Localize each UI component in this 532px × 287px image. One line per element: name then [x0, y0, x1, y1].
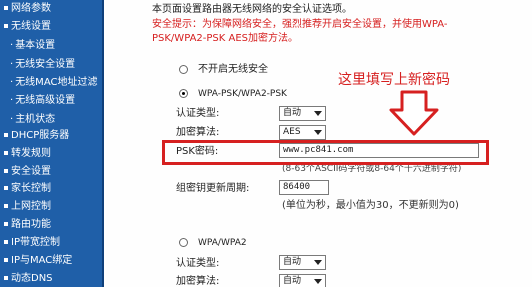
dash-icon: ·	[10, 95, 14, 106]
bullet-icon	[4, 132, 8, 137]
sidebar-item-wireless-advanced[interactable]: · 无线高级设置	[0, 92, 102, 109]
sidebar-item-label: 上网控制	[11, 201, 51, 212]
sidebar-item-wireless-security[interactable]: · 无线安全设置	[0, 56, 102, 73]
auth-type-select[interactable]: 自动	[279, 106, 326, 121]
dash-icon: ·	[10, 40, 14, 51]
sidebar-item-label: 路由功能	[11, 219, 51, 230]
dash-icon: ·	[10, 114, 14, 125]
sidebar-item-basic-settings[interactable]: · 基本设置	[0, 37, 102, 54]
bullet-icon	[4, 5, 8, 10]
sidebar-item-label: IP与MAC绑定	[11, 255, 73, 266]
renew-period-input[interactable]: 86400	[279, 180, 329, 195]
renew-hint: (单位为秒，最小值为30，不更新则为0)	[282, 200, 459, 211]
sidebar-item-forwarding[interactable]: 转发规则	[0, 145, 102, 162]
wpa-auth-type-select[interactable]: 自动	[279, 255, 326, 270]
wpa-encrypt-select[interactable]: 自动	[279, 274, 326, 287]
chevron-down-icon	[314, 111, 322, 116]
sidebar-item-label: 转发规则	[11, 148, 51, 159]
wpa-psk-radio[interactable]	[179, 89, 188, 98]
bullet-icon	[4, 185, 8, 190]
sidebar-item-label: 无线MAC地址过滤	[15, 77, 98, 88]
sidebar-item-routing[interactable]: 路由功能	[0, 216, 102, 233]
sidebar-item-parental-control[interactable]: 家长控制	[0, 180, 102, 197]
chevron-down-icon	[314, 260, 322, 265]
sidebar-item-mac-filter[interactable]: · 无线MAC地址过滤	[0, 74, 102, 91]
intro-text: 本页面设置路由器无线网络的安全认证选项。	[152, 4, 352, 15]
psk-highlight-box	[162, 140, 489, 165]
encrypt-select[interactable]: AES	[279, 125, 326, 140]
sidebar: 网络参数 无线设置 · 基本设置 · 无线安全设置 · 无线MAC地址过滤 · 无线高级…	[0, 0, 104, 287]
bullet-icon	[4, 168, 8, 173]
sidebar-item-wireless-settings[interactable]: 无线设置	[0, 18, 102, 35]
auth-type-label: 认证类型:	[176, 108, 220, 119]
wpa-encrypt-value: 自动	[283, 276, 302, 286]
sidebar-item-ddns[interactable]: 动态DNS	[0, 270, 102, 287]
bullet-icon	[4, 275, 8, 280]
sidebar-item-label: 主机状态	[15, 114, 56, 125]
bullet-icon	[4, 203, 8, 208]
dash-icon: ·	[10, 77, 14, 88]
sidebar-item-label: 无线安全设置	[15, 59, 76, 70]
security-tip: 安全提示：为保障网络安全，强烈推荐开启安全设置，并使用WPA-	[152, 19, 448, 30]
sidebar-item-bandwidth[interactable]: IP带宽控制	[0, 234, 102, 251]
wpa-encrypt-label: 加密算法:	[176, 276, 220, 287]
sidebar-item-label: 安全设置	[11, 166, 51, 177]
down-arrow-icon	[389, 90, 439, 136]
wpa-psk-label: WPA-PSK/WPA2-PSK	[198, 89, 287, 99]
sidebar-item-label: DHCP服务器	[11, 130, 70, 141]
auth-type-value: 自动	[283, 108, 302, 118]
sidebar-item-dhcp[interactable]: DHCP服务器	[0, 127, 102, 144]
renew-label: 组密钥更新周期:	[176, 183, 250, 194]
sidebar-item-label: 无线高级设置	[15, 95, 76, 106]
annotation-text: 这里填写上新密码	[338, 72, 450, 88]
no-security-label: 不开启无线安全	[198, 64, 268, 75]
chevron-down-icon	[314, 279, 322, 284]
bullet-icon	[4, 150, 8, 155]
security-tip-cont: PSK/WPA2-PSK AES加密方法。	[152, 33, 299, 44]
no-security-radio[interactable]	[179, 65, 188, 74]
sidebar-item-label: IP带宽控制	[11, 237, 60, 248]
bullet-icon	[4, 23, 8, 28]
sidebar-item-ip-mac-binding[interactable]: IP与MAC绑定	[0, 252, 102, 269]
sidebar-item-security[interactable]: 安全设置	[0, 163, 102, 180]
encrypt-value: AES	[283, 127, 301, 137]
bullet-icon	[4, 239, 8, 244]
sidebar-item-label: 家长控制	[11, 183, 51, 194]
bullet-icon	[4, 257, 8, 262]
sidebar-item-network-params[interactable]: 网络参数	[0, 0, 102, 17]
sidebar-item-label: 网络参数	[11, 3, 51, 14]
sidebar-item-label: 动态DNS	[11, 273, 53, 284]
sidebar-item-access-control[interactable]: 上网控制	[0, 198, 102, 215]
wpa-label: WPA/WPA2	[198, 238, 247, 248]
chevron-down-icon	[314, 130, 322, 135]
dash-icon: ·	[10, 59, 14, 70]
wpa-auth-type-value: 自动	[283, 257, 302, 267]
bullet-icon	[4, 221, 8, 226]
encrypt-label: 加密算法:	[176, 127, 220, 138]
sidebar-item-label: 基本设置	[15, 40, 56, 51]
sidebar-item-label: 无线设置	[11, 21, 51, 32]
wpa-radio[interactable]	[179, 238, 188, 247]
sidebar-item-host-status[interactable]: · 主机状态	[0, 111, 102, 128]
wpa-auth-type-label: 认证类型:	[176, 258, 220, 269]
